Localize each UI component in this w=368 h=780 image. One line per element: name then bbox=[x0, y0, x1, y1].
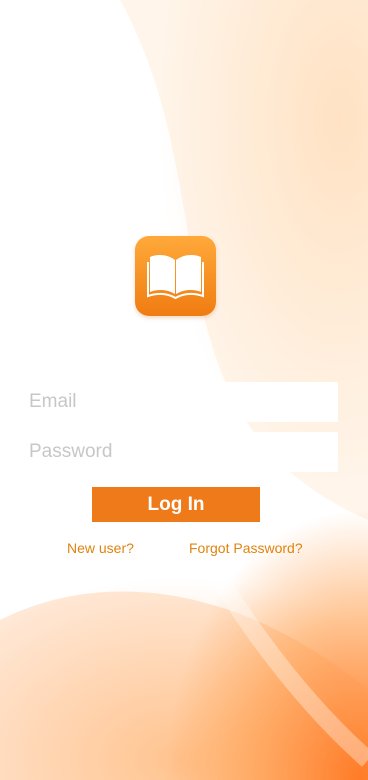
new-user-link[interactable]: New user? bbox=[67, 540, 134, 556]
forgot-password-link[interactable]: Forgot Password? bbox=[189, 540, 303, 556]
login-button[interactable]: Log In bbox=[92, 487, 260, 522]
email-field[interactable] bbox=[29, 382, 338, 422]
password-field[interactable] bbox=[29, 432, 338, 472]
open-book-icon bbox=[147, 255, 204, 300]
app-logo bbox=[135, 236, 216, 316]
